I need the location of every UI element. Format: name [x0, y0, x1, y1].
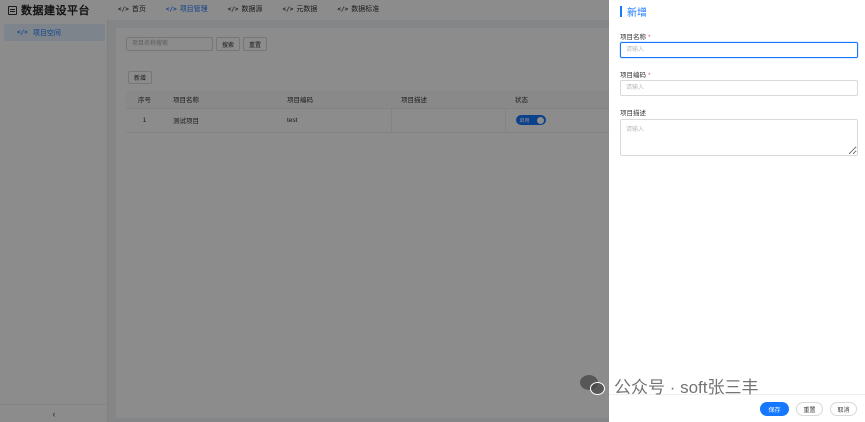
- drawer-title: 新增: [620, 4, 647, 19]
- wechat-icon: [580, 374, 608, 397]
- project-name-input[interactable]: [620, 42, 858, 58]
- watermark-text: 公众号 · soft张三丰: [614, 378, 759, 397]
- project-code-label-text: 项目编码: [620, 72, 646, 79]
- project-desc-label-text: 项目描述: [620, 110, 646, 117]
- project-desc-label: 项目描述: [620, 107, 646, 117]
- required-mark: *: [648, 72, 651, 79]
- project-desc-textarea[interactable]: [620, 119, 858, 156]
- project-code-input[interactable]: [620, 80, 858, 96]
- watermark: 公众号 · soft张三丰: [580, 373, 759, 398]
- save-button[interactable]: 保存: [760, 402, 789, 416]
- project-name-label-text: 项目名称: [620, 34, 646, 41]
- project-name-label: 项目名称 *: [620, 31, 651, 41]
- cancel-button[interactable]: 取消: [830, 402, 857, 416]
- project-code-label: 项目编码 *: [620, 69, 651, 79]
- title-accent-bar: [620, 5, 622, 17]
- drawer-footer: 保存 重置 取消: [609, 394, 865, 422]
- drawer-reset-button[interactable]: 重置: [796, 402, 823, 416]
- required-mark: *: [648, 34, 651, 41]
- drawer-title-text: 新增: [627, 7, 647, 19]
- add-project-drawer: 新增 项目名称* 项目编码* 项目描述 保存 重置 取消: [609, 0, 865, 422]
